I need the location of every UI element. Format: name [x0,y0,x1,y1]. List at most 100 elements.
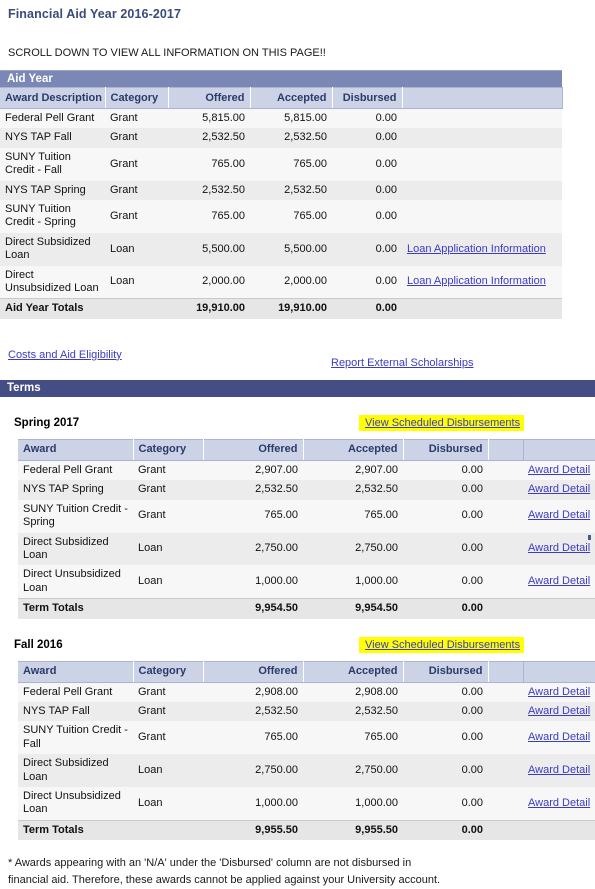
term-table: Award Category Offered Accepted Disbursed Fe… [18,660,595,841]
cell-totals-offered: 9,955.50 [203,819,303,841]
cell-accepted: 1,000.00 [303,786,403,821]
cell-award-detail-link[interactable]: Award Detail [528,575,590,587]
cell-award-detail: Award Detail [523,480,595,500]
view-scheduled-disbursements-link[interactable]: View Scheduled Disbursements [365,417,520,429]
cell-offered: 2,750.00 [203,532,303,566]
cell-award-detail: Award Detail [523,721,595,755]
cell-loan-application-information [402,128,562,148]
cell-spacer [488,754,523,787]
view-scheduled-disbursements-highlight: View Scheduled Disbursements [359,414,525,431]
report-external-scholarships-link[interactable]: Report External Scholarships [331,357,473,369]
col-disbursed: Disbursed [403,660,489,683]
col-accepted: Accepted [250,87,333,109]
cell-category: Loan [133,532,203,566]
terms-container: Spring 2017 View Scheduled Disbursements A… [0,414,595,841]
costs-and-aid-eligibility-link[interactable]: Costs and Aid Eligibility [8,349,122,361]
cell-offered: 2,907.00 [203,460,303,481]
term-block: Spring 2017 View Scheduled Disbursements A… [0,414,595,619]
term-block: Fall 2016 View Scheduled Disbursements Awa… [0,636,595,841]
cell-award-description: SUNY Tuition Credit - Fall [0,147,105,181]
cell-award-detail-link[interactable]: Award Detail [528,797,590,809]
cell-award-detail: Award Detail [523,460,595,481]
term-header-row: Award Category Offered Accepted Disbursed [18,660,595,683]
cell-offered: 2,532.50 [168,128,250,148]
cell-disbursed: 0.00 [403,480,488,500]
cell-award-detail-link[interactable]: Award Detail [528,731,590,743]
cell-spacer [488,499,523,533]
cell-offered: 765.00 [203,721,303,755]
cell-category: Grant [105,108,168,129]
term-table: Award Category Offered Accepted Disbursed Fe… [18,438,595,619]
cell-disbursed: 0.00 [403,682,488,702]
cell-award-detail: Award Detail [523,565,595,599]
footnote-line-1: * Awards appearing with an 'N/A' under t… [8,857,412,870]
cell-category: Grant [133,480,203,500]
table-row: Federal Pell Grant Grant 5,815.00 5,815.00 0… [0,108,562,129]
cell-accepted: 2,907.00 [303,460,403,481]
table-row: Direct Subsidized Loan Loan 2,750.00 2,750.… [18,532,595,566]
cell-offered: 5,815.00 [168,108,250,129]
table-row: Direct Subsidized Loan Loan 5,500.00 5,500.… [0,232,562,266]
cell-accepted: 5,500.00 [250,232,332,266]
cell-totals-blank [523,819,595,841]
aid-year-totals-row: Aid Year Totals 19,910.00 19,910.00 0.00 [0,298,562,319]
aid-year-table-container: Award Description Category Offered Accep… [0,87,563,319]
scroll-down-notice: SCROLL DOWN TO VIEW ALL INFORMATION ON T… [8,47,326,59]
col-award: Award [18,660,134,683]
cell-category: Grant [133,701,203,722]
cell-loan-application-information-link[interactable]: Loan Application Information [407,275,546,287]
cell-disbursed: 0.00 [403,701,488,722]
col-disbursed: Disbursed [332,87,403,109]
table-row: Direct Unsubsidized Loan Loan 2,000.00 2,00… [0,265,562,299]
cell-loan-application-information [402,147,562,181]
cell-award-detail-link[interactable]: Award Detail [528,686,590,698]
cell-offered: 2,532.50 [168,180,250,201]
cell-accepted: 2,532.50 [250,180,332,201]
cell-category: Loan [133,786,203,821]
col-accepted: Accepted [303,438,404,461]
table-row: NYS TAP Fall Grant 2,532.50 2,532.50 0.00 [0,128,562,148]
cell-accepted: 2,750.00 [303,754,403,787]
cell-award: SUNY Tuition Credit - Spring [18,499,133,533]
cell-award-detail-link[interactable]: Award Detail [528,483,590,495]
cell-loan-application-information [402,200,562,233]
cell-loan-application-information: Loan Application Information [402,232,562,266]
cell-totals-category [105,298,168,319]
table-row: Direct Subsidized Loan Loan 2,750.00 2,750.… [18,754,595,787]
term-table-body: Federal Pell Grant Grant 2,908.00 2,908.00 0… [18,682,595,841]
term-table-container: Award Category Offered Accepted Disbursed Fe… [0,660,595,841]
cell-spacer [488,701,523,722]
cell-offered: 2,532.50 [203,480,303,500]
cell-accepted: 2,532.50 [250,128,332,148]
cell-totals-accepted: 19,910.00 [250,298,332,319]
cell-award-detail-link[interactable]: Award Detail [528,705,590,717]
cell-award: Direct Subsidized Loan [18,532,133,566]
cell-award-detail-link[interactable]: Award Detail [528,542,590,554]
cell-offered: 765.00 [203,499,303,533]
cell-spacer [488,565,523,599]
cell-category: Loan [133,565,203,599]
aid-year-header-row: Award Description Category Offered Accep… [0,87,563,109]
cell-award-description: SUNY Tuition Credit - Spring [0,200,105,233]
col-links [402,87,563,109]
cell-award: Direct Subsidized Loan [18,754,133,787]
col-detail [523,438,595,461]
table-row: SUNY Tuition Credit - Fall Grant 765.00 765… [0,147,562,181]
cell-award-description: Direct Subsidized Loan [0,232,105,266]
cell-accepted: 765.00 [303,721,403,755]
cell-loan-application-information-link[interactable]: Loan Application Information [407,243,546,255]
view-scheduled-disbursements-highlight: View Scheduled Disbursements [359,636,525,653]
cell-award-detail-link[interactable]: Award Detail [528,509,590,521]
view-scheduled-disbursements-link[interactable]: View Scheduled Disbursements [365,639,520,651]
term-table-container: Award Category Offered Accepted Disbursed Fe… [0,438,595,619]
cell-offered: 5,500.00 [168,232,250,266]
cell-accepted: 2,000.00 [250,265,332,299]
cell-award: NYS TAP Spring [18,480,133,500]
cell-category: Grant [105,200,168,233]
cell-award-detail-link[interactable]: Award Detail [528,764,590,776]
table-row: Federal Pell Grant Grant 2,908.00 2,908.00 0… [18,682,595,702]
col-category: Category [105,87,169,109]
cell-totals-offered: 9,954.50 [203,598,303,619]
cell-accepted: 1,000.00 [303,565,403,599]
cell-award-detail-link[interactable]: Award Detail [528,464,590,476]
